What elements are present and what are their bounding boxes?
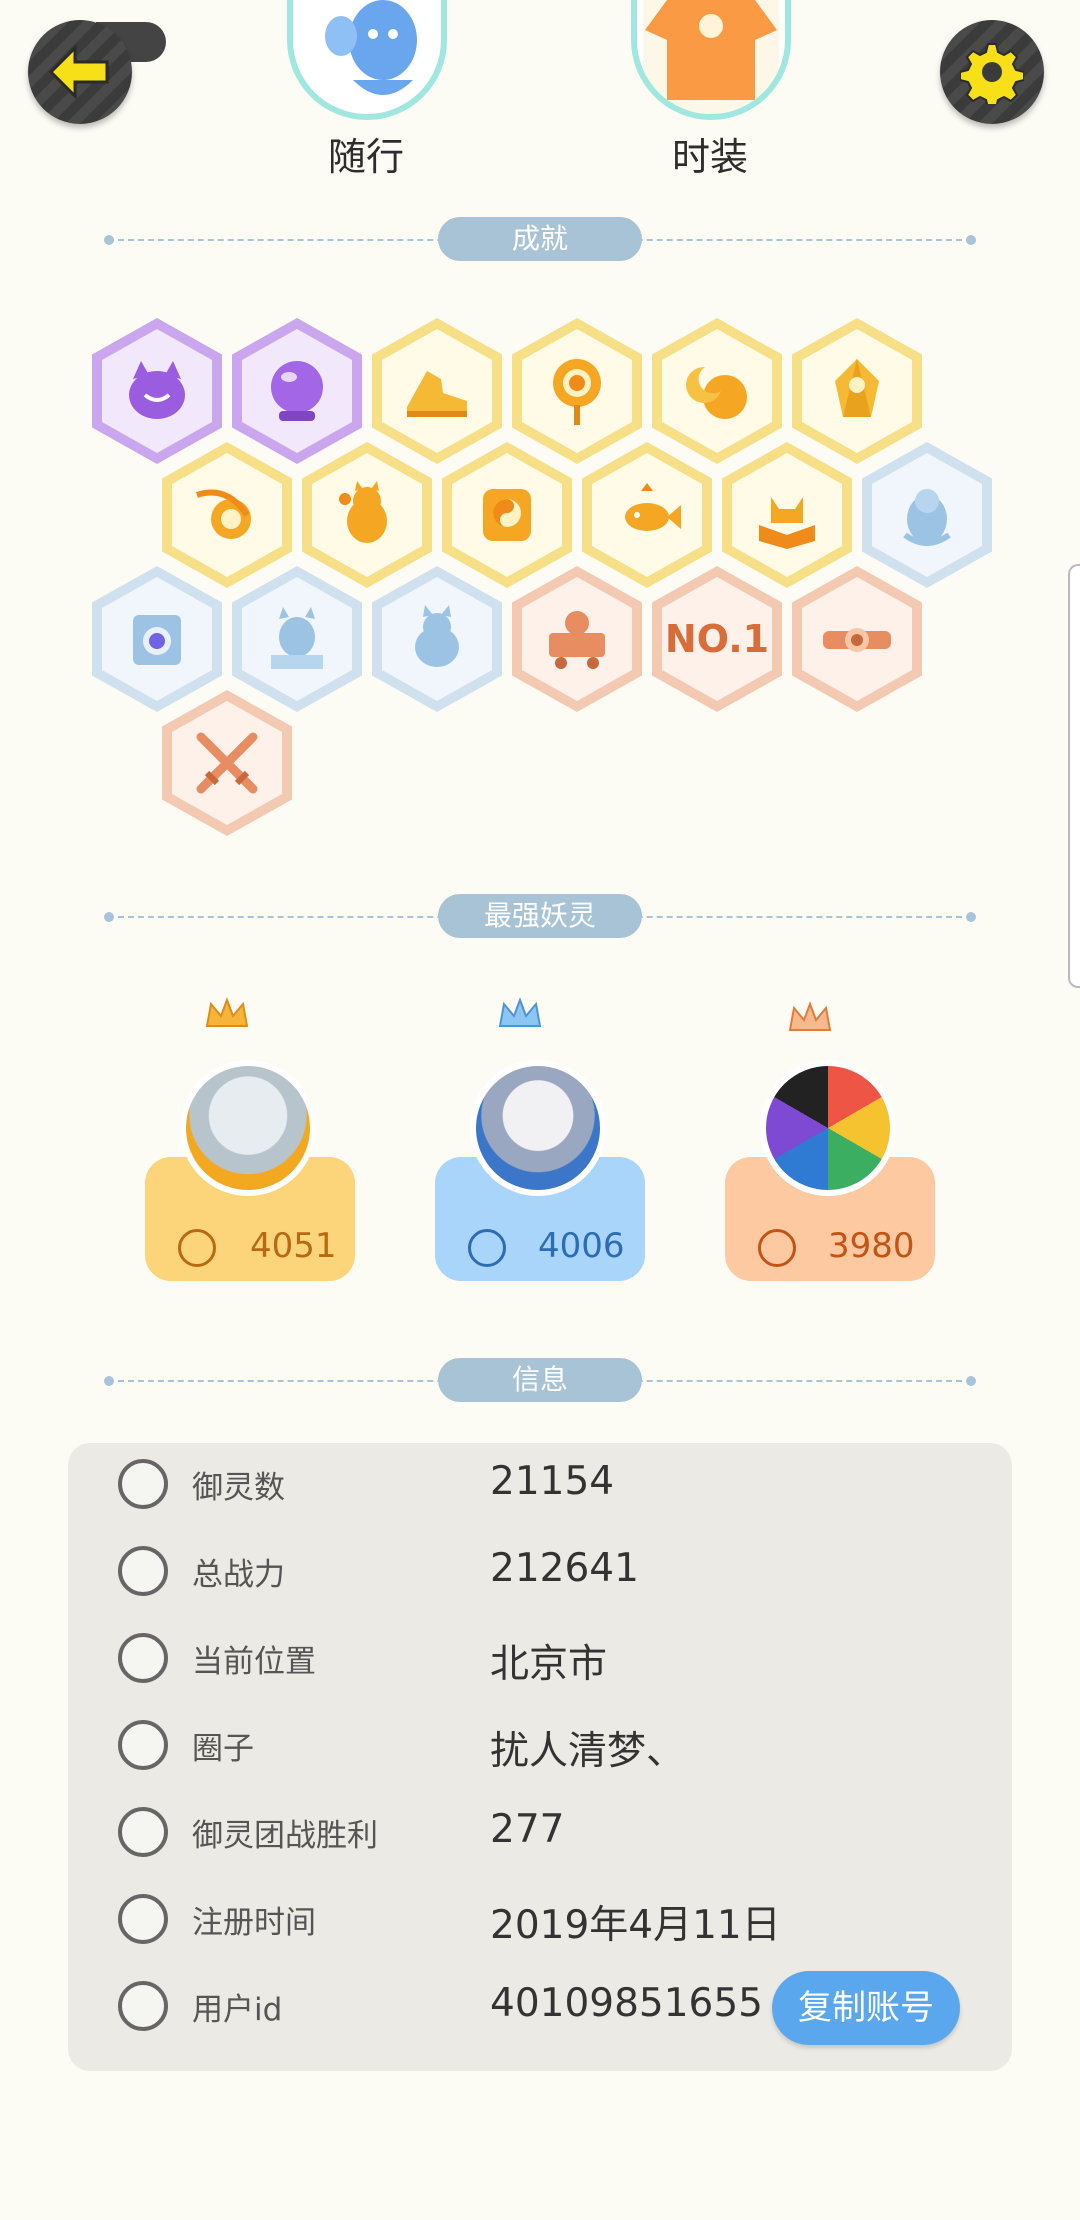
spirit-power: 3980 xyxy=(828,1226,915,1266)
crystal-ball-icon xyxy=(271,361,323,421)
info-label: 总战力 xyxy=(192,1557,285,1593)
spirit-power: 4006 xyxy=(538,1226,625,1266)
spirit-icon xyxy=(903,489,951,546)
id-card-icon xyxy=(118,1981,168,2031)
divider-dot xyxy=(966,912,976,922)
belt-icon xyxy=(823,628,891,652)
achievement-badge[interactable] xyxy=(302,442,432,588)
achievement-badge[interactable] xyxy=(442,442,572,588)
info-value: 40109851655 xyxy=(490,1981,763,2026)
settings-button[interactable] xyxy=(940,20,1044,124)
info-label: 御灵团战胜利 xyxy=(192,1818,378,1854)
divider-dot xyxy=(104,912,114,922)
divider-dot xyxy=(966,1376,976,1386)
silver-crown-icon xyxy=(498,997,542,1027)
spirit-count-icon xyxy=(118,1459,168,1509)
follow-label: 随行 xyxy=(327,135,404,179)
taiji-block-icon xyxy=(483,489,531,541)
info-label: 注册时间 xyxy=(192,1905,316,1941)
cat-chat-icon xyxy=(129,361,185,419)
achievement-badge[interactable] xyxy=(652,318,782,464)
info-value[interactable]: 扰人清梦、 xyxy=(490,1720,685,1776)
crossed-swords-icon xyxy=(196,732,258,794)
shirt-icon xyxy=(643,0,779,114)
spirit-avatar[interactable] xyxy=(760,1060,896,1196)
copy-account-button[interactable]: 复制账号 xyxy=(772,1971,960,2045)
info-value: 212641 xyxy=(490,1546,639,1591)
achievement-badge[interactable] xyxy=(792,566,922,712)
fashion-icon[interactable] xyxy=(631,0,791,120)
bronze-crown-icon xyxy=(788,1001,832,1031)
spirit-avatar[interactable] xyxy=(470,1060,606,1196)
follow-icon[interactable] xyxy=(287,0,447,120)
target-icon xyxy=(553,359,601,425)
monster-statue-icon xyxy=(271,607,323,669)
fox-book-icon xyxy=(759,497,815,549)
achievement-badge[interactable] xyxy=(162,442,292,588)
clock-icon xyxy=(118,1894,168,1944)
info-value: 2019年4月11日 xyxy=(490,1903,781,1948)
no1-icon: NO.1 xyxy=(664,617,770,661)
achievement-badge[interactable] xyxy=(372,318,502,464)
info-label: 圈子 xyxy=(192,1731,254,1767)
side-drawer-handle[interactable] xyxy=(1068,564,1080,988)
yin-yang-icon xyxy=(196,489,251,539)
cat-silhouette-icon xyxy=(415,605,459,667)
achievement-badge[interactable] xyxy=(372,566,502,712)
info-label: 当前位置 xyxy=(192,1644,316,1680)
achievement-badge[interactable] xyxy=(722,442,852,588)
power-icon xyxy=(178,1229,216,1267)
divider-dot xyxy=(966,235,976,245)
cat-flower-icon xyxy=(339,481,387,543)
achievement-badge[interactable] xyxy=(92,318,222,464)
gear-icon xyxy=(960,43,1024,104)
divider-dot xyxy=(104,235,114,245)
achievement-badge[interactable] xyxy=(232,318,362,464)
location-pin-icon xyxy=(118,1633,168,1683)
section-title-strongest: 最强妖灵 xyxy=(438,894,642,938)
achievement-badge[interactable] xyxy=(862,442,992,588)
gem-icon xyxy=(835,359,879,417)
section-title-achievements: 成就 xyxy=(438,217,642,261)
back-arrow-icon xyxy=(48,44,109,100)
achievement-badge[interactable] xyxy=(232,566,362,712)
fashion-label: 时装 xyxy=(671,135,748,179)
sneaker-icon xyxy=(407,371,467,417)
divider-dot xyxy=(104,1376,114,1386)
achievement-badge[interactable] xyxy=(792,318,922,464)
circle-icon xyxy=(118,1720,168,1770)
achievement-badge[interactable]: NO.1 xyxy=(652,566,782,712)
power-icon xyxy=(758,1229,796,1267)
gold-crown-icon xyxy=(205,997,249,1027)
info-label: 用户id xyxy=(192,1992,283,2028)
info-value: 21154 xyxy=(490,1459,615,1504)
info-value: 277 xyxy=(490,1807,565,1852)
spirit-avatar[interactable] xyxy=(180,1060,316,1196)
sword-icon xyxy=(118,1546,168,1596)
info-label: 御灵数 xyxy=(192,1470,285,1506)
achievement-badge[interactable] xyxy=(582,442,712,588)
cart-icon xyxy=(549,611,605,669)
achievement-badge[interactable] xyxy=(512,318,642,464)
achievement-badge[interactable] xyxy=(512,566,642,712)
ghost-spirit-icon xyxy=(325,0,417,95)
section-title-info: 信息 xyxy=(438,1358,642,1402)
achievement-badge[interactable] xyxy=(92,566,222,712)
trophy-icon xyxy=(118,1807,168,1857)
info-value: 北京市 xyxy=(490,1642,608,1687)
back-button[interactable] xyxy=(28,20,132,124)
power-icon xyxy=(468,1229,506,1267)
moon-icon xyxy=(686,366,747,419)
achievement-badge[interactable] xyxy=(162,690,292,836)
fish-icon xyxy=(625,483,681,531)
portal-icon xyxy=(133,615,181,665)
spirit-power: 4051 xyxy=(250,1226,337,1266)
